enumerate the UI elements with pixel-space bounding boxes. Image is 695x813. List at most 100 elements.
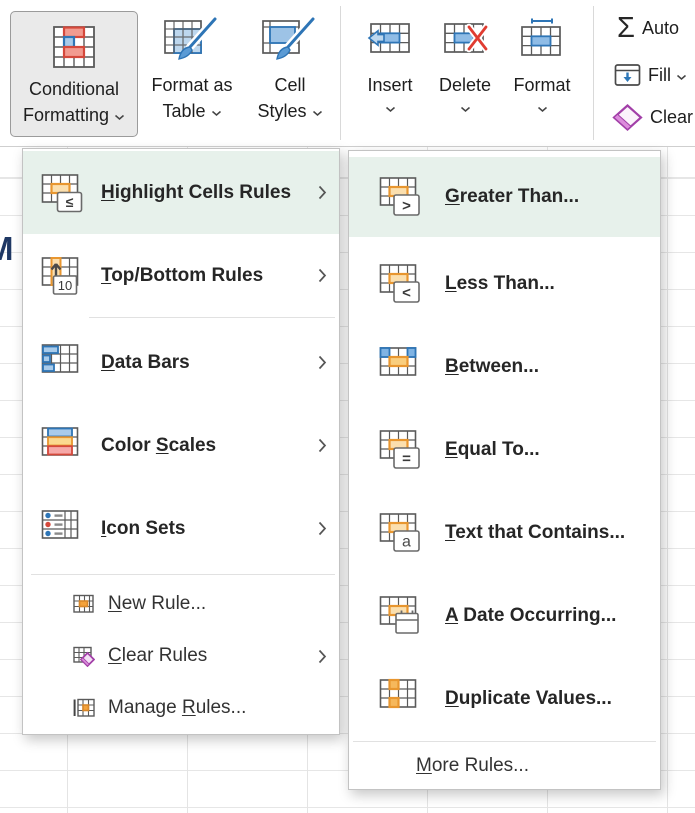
submenu-item-label: Greater Than... bbox=[445, 186, 579, 208]
submenu-arrow-icon bbox=[318, 185, 327, 200]
ribbon-group-divider bbox=[340, 6, 341, 140]
a-date-occurring-icon bbox=[379, 594, 425, 638]
menu-item-highlight-cells-rules[interactable]: ≤ Highlight Cells Rules bbox=[23, 151, 339, 234]
svg-text:=: = bbox=[402, 450, 411, 467]
submenu-item-between[interactable]: Between... bbox=[349, 325, 660, 408]
submenu-item-equal-to[interactable]: = Equal To... bbox=[349, 408, 660, 491]
menu-item-new-rule[interactable]: New Rule... bbox=[23, 578, 339, 630]
format-cells-icon bbox=[519, 8, 565, 72]
greater-than-icon: > bbox=[379, 175, 425, 219]
submenu-item-duplicate-values[interactable]: Duplicate Values... bbox=[349, 657, 660, 740]
delete-label: Delete bbox=[439, 72, 491, 98]
ribbon-group-divider bbox=[593, 6, 594, 140]
conditional-formatting-menu: ≤ Highlight Cells Rules 10 Top/Bottom Ru… bbox=[22, 148, 340, 735]
menu-item-label: Top/Bottom Rules bbox=[101, 265, 263, 287]
equal-to-icon: = bbox=[379, 428, 425, 472]
submenu-arrow-icon bbox=[318, 268, 327, 283]
menu-item-label: Manage Rules... bbox=[108, 697, 246, 719]
submenu-arrow-icon bbox=[318, 649, 327, 664]
ribbon-bottom-border bbox=[0, 146, 695, 147]
submenu-item-a-date-occurring[interactable]: A Date Occurring... bbox=[349, 574, 660, 657]
menu-item-manage-rules[interactable]: Manage Rules... bbox=[23, 682, 339, 734]
autosum-icon: Σ bbox=[617, 14, 635, 43]
submenu-arrow-icon bbox=[318, 438, 327, 453]
menu-item-data-bars[interactable]: Data Bars bbox=[23, 321, 339, 404]
cell-styles-button[interactable]: Cell Styles bbox=[246, 8, 334, 140]
insert-label: Insert bbox=[367, 72, 412, 98]
conditional-formatting-icon bbox=[52, 18, 96, 76]
highlight-cells-rules-submenu: > Greater Than... < Less Than... Between… bbox=[348, 150, 661, 790]
chevron-down-icon bbox=[312, 110, 323, 117]
submenu-arrow-icon bbox=[318, 521, 327, 536]
submenu-item-label: More Rules... bbox=[416, 755, 529, 777]
submenu-item-greater-than[interactable]: > Greater Than... bbox=[349, 157, 660, 237]
fill-label: Fill bbox=[648, 65, 687, 86]
insert-cells-icon bbox=[367, 8, 413, 72]
submenu-item-label: A Date Occurring... bbox=[445, 605, 616, 627]
menu-item-label: Highlight Cells Rules bbox=[101, 182, 291, 204]
menu-item-icon-sets[interactable]: Icon Sets bbox=[23, 487, 339, 570]
new-rule-icon bbox=[73, 593, 95, 615]
menu-item-label: Data Bars bbox=[101, 352, 190, 374]
data-bars-icon bbox=[41, 341, 85, 385]
duplicate-values-icon bbox=[379, 677, 425, 721]
fill-button[interactable]: Fill bbox=[614, 63, 687, 87]
conditional-formatting-label-line2: Formatting bbox=[23, 102, 125, 128]
chevron-down-icon bbox=[460, 106, 471, 113]
svg-text:>: > bbox=[402, 198, 411, 215]
submenu-item-text-that-contains[interactable]: a Text that Contains... bbox=[349, 491, 660, 574]
clear-rules-icon bbox=[73, 645, 95, 667]
fill-icon bbox=[614, 63, 641, 87]
chevron-down-icon bbox=[385, 106, 396, 113]
submenu-item-label: Equal To... bbox=[445, 439, 540, 461]
manage-rules-icon bbox=[73, 697, 95, 719]
menu-item-label: Icon Sets bbox=[101, 518, 185, 540]
format-as-table-label-line1: Format as bbox=[151, 72, 232, 98]
worksheet-text-fragment: M bbox=[0, 230, 14, 268]
ribbon: Conditional Formatting Format as Table bbox=[0, 0, 695, 146]
color-scales-icon bbox=[41, 424, 85, 468]
submenu-item-label: Text that Contains... bbox=[445, 522, 625, 544]
icon-sets-icon bbox=[41, 507, 85, 551]
conditional-formatting-label-line1: Conditional bbox=[29, 76, 119, 102]
format-as-table-label-line2: Table bbox=[162, 98, 221, 124]
between-icon bbox=[379, 345, 425, 389]
svg-text:a: a bbox=[402, 533, 411, 550]
text-that-contains-icon: a bbox=[379, 511, 425, 555]
submenu-item-more-rules[interactable]: More Rules... bbox=[349, 745, 660, 787]
submenu-arrow-icon bbox=[318, 355, 327, 370]
cell-styles-icon bbox=[261, 8, 319, 72]
highlight-cells-rules-icon: ≤ bbox=[41, 171, 85, 215]
chevron-down-icon bbox=[114, 114, 125, 121]
submenu-item-label: Duplicate Values... bbox=[445, 688, 612, 710]
submenu-item-label: Between... bbox=[445, 356, 539, 378]
cell-styles-label-line2: Styles bbox=[257, 98, 322, 124]
menu-item-color-scales[interactable]: Color Scales bbox=[23, 404, 339, 487]
format-as-table-icon bbox=[163, 8, 221, 72]
cell-styles-label-line1: Cell bbox=[274, 72, 305, 98]
format-label: Format bbox=[513, 72, 570, 98]
menu-item-top-bottom-rules[interactable]: 10 Top/Bottom Rules bbox=[23, 234, 339, 317]
svg-text:≤: ≤ bbox=[66, 194, 74, 210]
clear-label: Clear bbox=[650, 107, 693, 128]
autosum-button[interactable]: Σ Auto bbox=[617, 14, 679, 43]
format-button[interactable]: Format bbox=[508, 8, 576, 140]
menu-item-label: New Rule... bbox=[108, 593, 206, 615]
autosum-label: Auto bbox=[642, 18, 679, 39]
top-bottom-rules-icon: 10 bbox=[41, 254, 85, 298]
svg-text:10: 10 bbox=[58, 278, 72, 293]
insert-button[interactable]: Insert bbox=[358, 8, 422, 140]
menu-separator bbox=[89, 317, 335, 318]
delete-button[interactable]: Delete bbox=[432, 8, 498, 140]
format-as-table-button[interactable]: Format as Table bbox=[140, 8, 244, 140]
clear-icon bbox=[612, 104, 643, 131]
clear-button[interactable]: Clear bbox=[612, 104, 693, 131]
submenu-item-less-than[interactable]: < Less Than... bbox=[349, 242, 660, 325]
conditional-formatting-button[interactable]: Conditional Formatting bbox=[10, 11, 138, 137]
chevron-down-icon bbox=[211, 110, 222, 117]
menu-item-label: Color Scales bbox=[101, 435, 216, 457]
menu-separator bbox=[31, 574, 335, 575]
delete-cells-icon bbox=[442, 8, 488, 72]
svg-text:<: < bbox=[402, 284, 411, 301]
menu-item-clear-rules[interactable]: Clear Rules bbox=[23, 630, 339, 682]
